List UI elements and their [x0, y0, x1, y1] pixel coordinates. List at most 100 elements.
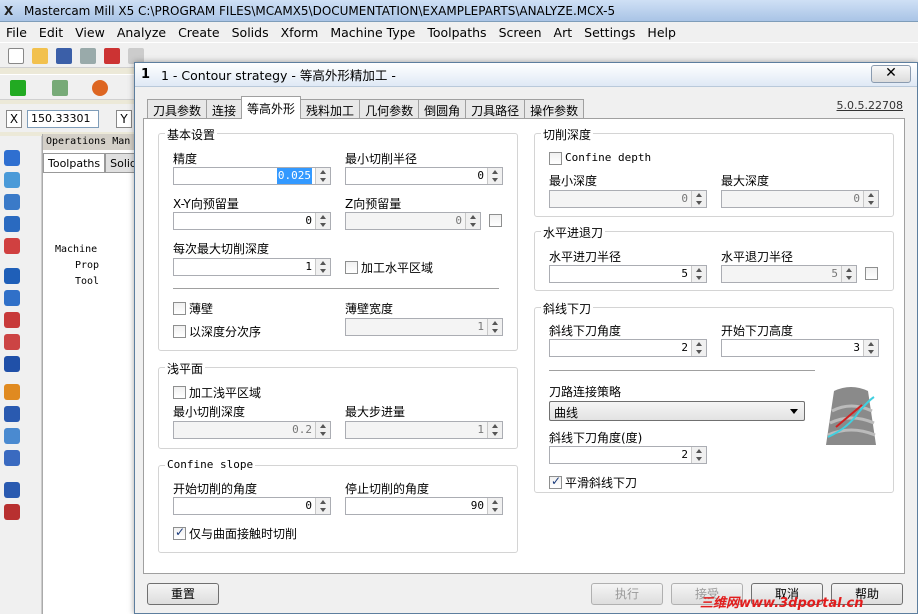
spin-arrows-icon[interactable] [691, 191, 706, 207]
entry-radius-stepper[interactable]: 5 [549, 265, 707, 283]
spin-arrows-icon[interactable] [691, 447, 706, 463]
spin-arrows-icon[interactable] [691, 340, 706, 356]
menu-toolpaths[interactable]: Toolpaths [421, 25, 492, 40]
operations-tree: Machine Prop Tool [55, 244, 99, 292]
cut-icon[interactable] [104, 48, 120, 64]
spin-arrows-icon[interactable] [465, 213, 480, 229]
tab-fillet[interactable]: 倒圆角 [418, 99, 467, 119]
ramp-angle-deg-stepper[interactable]: 2 [549, 446, 707, 464]
confine-depth-checkbox[interactable] [549, 152, 562, 165]
spin-arrows-icon[interactable] [863, 191, 878, 207]
point-icon[interactable] [10, 80, 26, 96]
tab-toolpaths[interactable]: Toolpaths [43, 153, 106, 172]
loft-icon[interactable] [4, 216, 20, 232]
spin-arrows-icon[interactable] [487, 498, 502, 514]
tab-rest-machining[interactable]: 残料加工 [300, 99, 361, 119]
spin-arrows-icon[interactable] [315, 498, 330, 514]
cut-min-depth-stepper[interactable]: 0 [549, 190, 707, 208]
spin-arrows-icon[interactable] [691, 266, 706, 282]
x-coordinate-input[interactable]: 150.33301 [27, 110, 99, 128]
spin-arrows-icon[interactable] [841, 266, 856, 282]
shading-icon[interactable] [4, 504, 20, 520]
min-radius-stepper[interactable]: 0 [345, 167, 503, 185]
precision-stepper[interactable]: 0.025 [173, 167, 331, 185]
tab-geometry[interactable]: 几何参数 [359, 99, 420, 119]
flat-region-checkbox[interactable] [345, 261, 358, 274]
cut-max-depth-stepper[interactable]: 0 [721, 190, 879, 208]
menu-xform[interactable]: Xform [275, 25, 325, 40]
spin-arrows-icon[interactable] [863, 340, 878, 356]
exit-radius-stepper[interactable]: 5 [721, 265, 857, 283]
view-icon[interactable] [4, 482, 20, 498]
shallow-region-checkbox[interactable] [173, 386, 186, 399]
menu-help[interactable]: Help [641, 25, 682, 40]
tree-item-toolpath-group[interactable]: Tool [55, 276, 99, 292]
arc-icon[interactable] [92, 80, 108, 96]
surface-icon[interactable] [4, 428, 20, 444]
menu-machine-type[interactable]: Machine Type [324, 25, 421, 40]
menu-screen[interactable]: Screen [493, 25, 548, 40]
open-folder-icon[interactable] [32, 48, 48, 64]
menu-file[interactable]: File [0, 25, 33, 40]
menu-analyze[interactable]: Analyze [111, 25, 172, 40]
menu-settings[interactable]: Settings [578, 25, 641, 40]
max-depth-stepper[interactable]: 1 [173, 258, 331, 276]
close-icon[interactable]: ✕ [871, 65, 911, 83]
version-link[interactable]: 5.0.5.22708 [837, 99, 903, 112]
z-stock-checkbox[interactable] [489, 214, 502, 227]
menu-solids[interactable]: Solids [226, 25, 275, 40]
max-step-stepper[interactable]: 1 [345, 421, 503, 439]
thin-wall-checkbox[interactable] [173, 302, 186, 315]
sweep-icon[interactable] [4, 194, 20, 210]
calculator-icon[interactable] [4, 450, 20, 466]
tab-linking[interactable]: 连接 [206, 99, 243, 119]
fillet-icon[interactable] [4, 238, 20, 254]
new-file-icon[interactable] [8, 48, 24, 64]
exit-radius-checkbox[interactable] [865, 267, 878, 280]
spin-arrows-icon[interactable] [487, 168, 502, 184]
basic-settings-group: 基本设置 精度 0.025 最小切削半径 0 X-Y向预留量 0 Z向预留量 0… [158, 126, 518, 351]
layer-icon[interactable] [4, 384, 20, 400]
tab-contour[interactable]: 等高外形 [241, 96, 302, 119]
spin-arrows-icon[interactable] [315, 259, 330, 275]
ramp-angle-stepper[interactable]: 2 [549, 339, 707, 357]
shallow-min-depth-stepper[interactable]: 0.2 [173, 421, 331, 439]
depth-order-checkbox[interactable] [173, 325, 186, 338]
spin-arrows-icon[interactable] [487, 422, 502, 438]
menu-create[interactable]: Create [172, 25, 226, 40]
print-icon[interactable] [80, 48, 96, 64]
grid-icon[interactable] [4, 406, 20, 422]
draft-icon[interactable] [4, 334, 20, 350]
thin-width-stepper[interactable]: 1 [345, 318, 503, 336]
stop-angle-stepper[interactable]: 90 [345, 497, 503, 515]
strategy-dropdown[interactable]: 曲线 [549, 401, 805, 421]
tab-operation-parameters[interactable]: 操作参数 [524, 99, 585, 119]
tab-toolpath[interactable]: 刀具路径 [465, 99, 526, 119]
menu-view[interactable]: View [69, 25, 111, 40]
boolean-icon[interactable] [4, 290, 20, 306]
execute-button[interactable]: 执行 [591, 583, 663, 605]
tree-item-properties[interactable]: Prop [55, 260, 99, 276]
tree-item-machine[interactable]: Machine [55, 244, 99, 260]
reset-button[interactable]: 重置 [147, 583, 219, 605]
contact-only-checkbox[interactable] [173, 525, 186, 540]
menu-art[interactable]: Art [548, 25, 579, 40]
trim-icon[interactable] [4, 312, 20, 328]
xy-stock-stepper[interactable]: 0 [173, 212, 331, 230]
spin-arrows-icon[interactable] [315, 422, 330, 438]
spin-arrows-icon[interactable] [487, 319, 502, 335]
revolve-icon[interactable] [4, 172, 20, 188]
extrude-icon[interactable] [4, 150, 20, 166]
start-height-stepper[interactable]: 3 [721, 339, 879, 357]
menu-edit[interactable]: Edit [33, 25, 69, 40]
spin-arrows-icon[interactable] [315, 168, 330, 184]
solid-icon[interactable] [4, 356, 20, 372]
shell-icon[interactable] [4, 268, 20, 284]
line-icon[interactable] [52, 80, 68, 96]
z-stock-stepper[interactable]: 0 [345, 212, 481, 230]
tab-tool-parameters[interactable]: 刀具参数 [147, 99, 208, 119]
spin-arrows-icon[interactable] [315, 213, 330, 229]
smooth-ramp-checkbox[interactable] [549, 474, 562, 489]
start-angle-stepper[interactable]: 0 [173, 497, 331, 515]
save-icon[interactable] [56, 48, 72, 64]
